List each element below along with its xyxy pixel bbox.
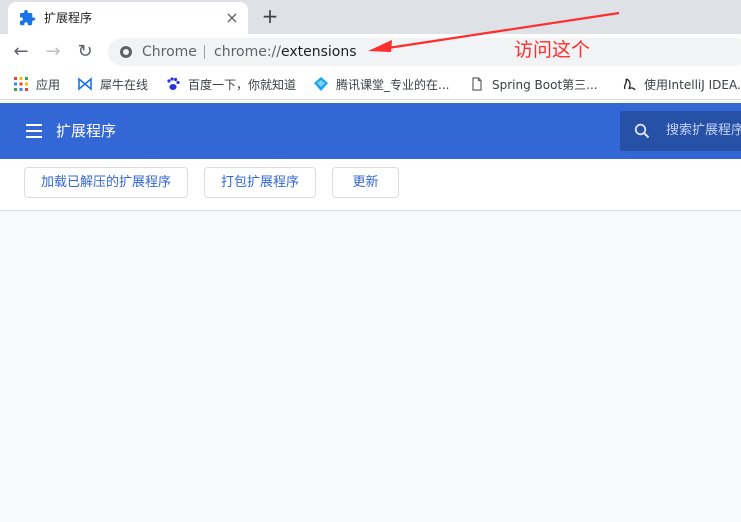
tab-strip: 扩展程序 × + (0, 0, 741, 34)
new-tab-button[interactable]: + (260, 6, 280, 26)
omnibox-separator (204, 45, 205, 59)
apps-grid-icon (14, 77, 28, 91)
update-button[interactable]: 更新 (332, 167, 399, 198)
address-bar[interactable]: Chrome chrome://extensions (108, 38, 741, 66)
forward-button[interactable]: → (42, 41, 64, 63)
annotation-text: 访问这个 (514, 39, 591, 61)
omnibox-chip: Chrome (142, 44, 197, 60)
menu-icon[interactable] (26, 124, 42, 138)
bookmark-xiniu[interactable]: 犀牛在线 (78, 77, 148, 93)
tab-close-button[interactable]: × (224, 10, 240, 26)
bookmark-intellij[interactable]: 使用IntelliJ IDEA... (622, 77, 741, 93)
url-scheme: chrome:// (214, 44, 281, 60)
bookmarks-bar: 应用 犀牛在线 百度一下，你就知道 腾讯课堂_专业的在... Spring Bo… (0, 70, 741, 100)
load-unpacked-button[interactable]: 加载已解压的扩展程序 (24, 167, 188, 198)
chrome-page-icon (120, 46, 132, 58)
bookmark-label: Spring Boot第三... (492, 78, 598, 92)
search-icon (634, 123, 650, 139)
url-text[interactable]: chrome://extensions (214, 43, 357, 61)
bookmark-label: 百度一下，你就知道 (188, 78, 297, 92)
bookmark-apps[interactable]: 应用 (14, 77, 60, 93)
paw-icon (167, 77, 180, 90)
page-icon (472, 77, 482, 91)
bowtie-logo-icon (78, 77, 92, 91)
script-icon (623, 78, 636, 91)
search-extensions-input[interactable]: 搜索扩展程序 (620, 111, 741, 151)
diamond-icon (314, 77, 328, 91)
puzzle-icon (20, 10, 36, 26)
search-placeholder: 搜索扩展程序 (666, 123, 741, 138)
tab-extensions[interactable]: 扩展程序 × (8, 2, 248, 34)
reload-button[interactable]: ↻ (74, 41, 96, 63)
bookmark-spring-boot[interactable]: Spring Boot第三... (470, 77, 598, 93)
bookmark-label: 腾讯课堂_专业的在... (336, 78, 450, 92)
browser-toolbar: ← → ↻ Chrome chrome://extensions (0, 34, 741, 70)
bookmark-label: 应用 (36, 78, 61, 92)
action-bar: 加载已解压的扩展程序 打包扩展程序 更新 (0, 159, 741, 211)
pack-extension-button[interactable]: 打包扩展程序 (204, 167, 316, 198)
url-path: extensions (281, 44, 357, 60)
page-title: 扩展程序 (56, 122, 117, 140)
bookmark-label: 使用IntelliJ IDEA... (644, 78, 741, 92)
bookmark-baidu[interactable]: 百度一下，你就知道 (166, 77, 296, 93)
extensions-header: 扩展程序 搜索扩展程序 (0, 103, 741, 159)
bookmark-tencent-class[interactable]: 腾讯课堂_专业的在... (314, 77, 449, 93)
back-button[interactable]: ← (10, 41, 32, 63)
bookmark-label: 犀牛在线 (100, 78, 149, 92)
tab-title: 扩展程序 (44, 11, 93, 25)
